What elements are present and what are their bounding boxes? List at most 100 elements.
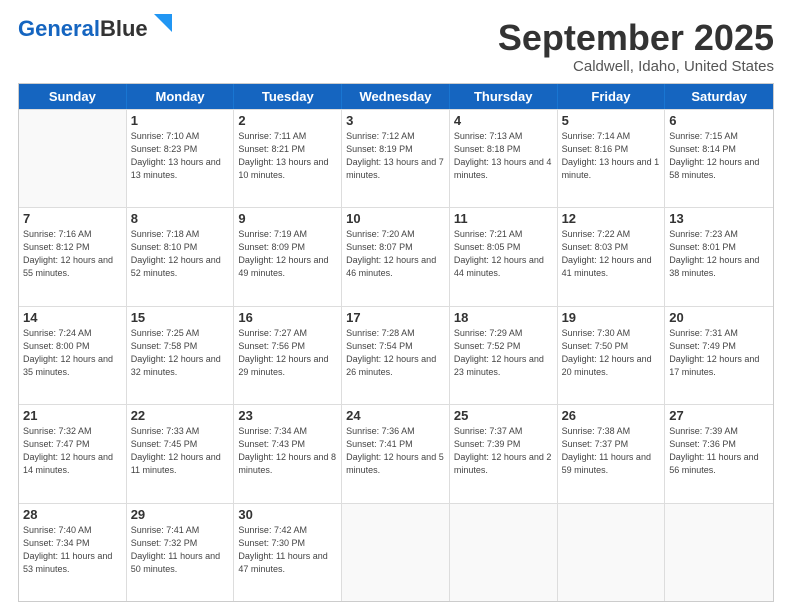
day-number: 22 — [131, 408, 230, 423]
calendar-cell: 12 Sunrise: 7:22 AM Sunset: 8:03 PM Dayli… — [558, 208, 666, 305]
day-info: Sunrise: 7:34 AM Sunset: 7:43 PM Dayligh… — [238, 425, 337, 477]
calendar-row-3: 21Sunrise: 7:32 AM Sunset: 7:47 PM Dayli… — [19, 404, 773, 502]
day-info: Sunrise: 7:21 AM Sunset: 8:05 PM Dayligh… — [454, 228, 553, 280]
day-number: 23 — [238, 408, 337, 423]
day-info: Sunrise: 7:23 AM Sunset: 8:01 PM Dayligh… — [669, 228, 769, 280]
main-title: September 2025 — [498, 18, 774, 58]
day-number: 2 — [238, 113, 337, 128]
logo-general: General — [18, 16, 100, 41]
day-number: 9 — [238, 211, 337, 226]
title-block: September 2025 Caldwell, Idaho, United S… — [498, 18, 774, 75]
calendar: SundayMondayTuesdayWednesdayThursdayFrid… — [18, 83, 774, 602]
calendar-cell: 9 Sunrise: 7:19 AM Sunset: 8:09 PM Daylig… — [234, 208, 342, 305]
day-info: Sunrise: 7:16 AM Sunset: 8:12 PM Dayligh… — [23, 228, 122, 280]
calendar-row-2: 14 Sunrise: 7:24 AM Sunset: 8:00 PM Dayli… — [19, 306, 773, 404]
day-number: 27 — [669, 408, 769, 423]
day-number: 11 — [454, 211, 553, 226]
calendar-cell — [450, 504, 558, 601]
calendar-header: SundayMondayTuesdayWednesdayThursdayFrid… — [19, 84, 773, 109]
calendar-cell: 22 Sunrise: 7:33 AM Sunset: 7:45 PM Dayli… — [127, 405, 235, 502]
calendar-body: 1Sunrise: 7:10 AM Sunset: 8:23 PM Daylig… — [19, 109, 773, 601]
day-number: 19 — [562, 310, 661, 325]
calendar-cell: 15 Sunrise: 7:25 AM Sunset: 7:58 PM Dayli… — [127, 307, 235, 404]
calendar-cell: 4Sunrise: 7:13 AM Sunset: 8:18 PM Daylig… — [450, 110, 558, 207]
day-info: Sunrise: 7:11 AM Sunset: 8:21 PM Dayligh… — [238, 130, 337, 182]
calendar-cell: 25Sunrise: 7:37 AM Sunset: 7:39 PM Dayli… — [450, 405, 558, 502]
logo-arrow-icon — [154, 14, 172, 37]
calendar-row-1: 7Sunrise: 7:16 AM Sunset: 8:12 PM Daylig… — [19, 207, 773, 305]
calendar-cell: 18 Sunrise: 7:29 AM Sunset: 7:52 PM Dayli… — [450, 307, 558, 404]
calendar-cell — [342, 504, 450, 601]
calendar-cell: 23 Sunrise: 7:34 AM Sunset: 7:43 PM Dayli… — [234, 405, 342, 502]
day-info: Sunrise: 7:36 AM Sunset: 7:41 PM Dayligh… — [346, 425, 445, 477]
day-number: 12 — [562, 211, 661, 226]
day-info: Sunrise: 7:22 AM Sunset: 8:03 PM Dayligh… — [562, 228, 661, 280]
calendar-cell: 16 Sunrise: 7:27 AM Sunset: 7:56 PM Dayli… — [234, 307, 342, 404]
day-info: Sunrise: 7:39 AM Sunset: 7:36 PM Dayligh… — [669, 425, 769, 477]
day-info: Sunrise: 7:31 AM Sunset: 7:49 PM Dayligh… — [669, 327, 769, 379]
day-info: Sunrise: 7:38 AM Sunset: 7:37 PM Dayligh… — [562, 425, 661, 477]
day-number: 25 — [454, 408, 553, 423]
calendar-cell: 3Sunrise: 7:12 AM Sunset: 8:19 PM Daylig… — [342, 110, 450, 207]
calendar-row-4: 28Sunrise: 7:40 AM Sunset: 7:34 PM Dayli… — [19, 503, 773, 601]
calendar-cell: 28Sunrise: 7:40 AM Sunset: 7:34 PM Dayli… — [19, 504, 127, 601]
cal-header-wednesday: Wednesday — [342, 84, 450, 109]
calendar-cell: 24 Sunrise: 7:36 AM Sunset: 7:41 PM Dayli… — [342, 405, 450, 502]
day-number: 15 — [131, 310, 230, 325]
day-info: Sunrise: 7:19 AM Sunset: 8:09 PM Dayligh… — [238, 228, 337, 280]
day-number: 16 — [238, 310, 337, 325]
day-number: 29 — [131, 507, 230, 522]
day-info: Sunrise: 7:24 AM Sunset: 8:00 PM Dayligh… — [23, 327, 122, 379]
day-info: Sunrise: 7:14 AM Sunset: 8:16 PM Dayligh… — [562, 130, 661, 182]
cal-header-tuesday: Tuesday — [234, 84, 342, 109]
calendar-cell: 11 Sunrise: 7:21 AM Sunset: 8:05 PM Dayli… — [450, 208, 558, 305]
day-number: 8 — [131, 211, 230, 226]
day-number: 18 — [454, 310, 553, 325]
calendar-cell: 21Sunrise: 7:32 AM Sunset: 7:47 PM Dayli… — [19, 405, 127, 502]
day-info: Sunrise: 7:10 AM Sunset: 8:23 PM Dayligh… — [131, 130, 230, 182]
day-info: Sunrise: 7:20 AM Sunset: 8:07 PM Dayligh… — [346, 228, 445, 280]
logo-blue-text: Blue — [100, 16, 148, 41]
calendar-cell: 17Sunrise: 7:28 AM Sunset: 7:54 PM Dayli… — [342, 307, 450, 404]
cal-header-friday: Friday — [558, 84, 666, 109]
day-info: Sunrise: 7:42 AM Sunset: 7:30 PM Dayligh… — [238, 524, 337, 576]
day-number: 5 — [562, 113, 661, 128]
day-info: Sunrise: 7:18 AM Sunset: 8:10 PM Dayligh… — [131, 228, 230, 280]
day-info: Sunrise: 7:29 AM Sunset: 7:52 PM Dayligh… — [454, 327, 553, 379]
calendar-row-0: 1Sunrise: 7:10 AM Sunset: 8:23 PM Daylig… — [19, 109, 773, 207]
page: GeneralBlue September 2025 Caldwell, Ida… — [0, 0, 792, 612]
calendar-cell: 1Sunrise: 7:10 AM Sunset: 8:23 PM Daylig… — [127, 110, 235, 207]
day-info: Sunrise: 7:27 AM Sunset: 7:56 PM Dayligh… — [238, 327, 337, 379]
day-info: Sunrise: 7:41 AM Sunset: 7:32 PM Dayligh… — [131, 524, 230, 576]
logo: GeneralBlue — [18, 18, 172, 40]
day-number: 10 — [346, 211, 445, 226]
day-number: 14 — [23, 310, 122, 325]
calendar-cell: 27 Sunrise: 7:39 AM Sunset: 7:36 PM Dayli… — [665, 405, 773, 502]
calendar-cell: 19Sunrise: 7:30 AM Sunset: 7:50 PM Dayli… — [558, 307, 666, 404]
day-number: 30 — [238, 507, 337, 522]
day-number: 21 — [23, 408, 122, 423]
day-number: 26 — [562, 408, 661, 423]
calendar-cell — [19, 110, 127, 207]
header: GeneralBlue September 2025 Caldwell, Ida… — [18, 18, 774, 75]
calendar-cell: 30 Sunrise: 7:42 AM Sunset: 7:30 PM Dayli… — [234, 504, 342, 601]
day-info: Sunrise: 7:28 AM Sunset: 7:54 PM Dayligh… — [346, 327, 445, 379]
cal-header-sunday: Sunday — [19, 84, 127, 109]
calendar-cell: 10 Sunrise: 7:20 AM Sunset: 8:07 PM Dayli… — [342, 208, 450, 305]
day-number: 4 — [454, 113, 553, 128]
day-info: Sunrise: 7:33 AM Sunset: 7:45 PM Dayligh… — [131, 425, 230, 477]
calendar-cell: 26 Sunrise: 7:38 AM Sunset: 7:37 PM Dayli… — [558, 405, 666, 502]
calendar-cell: 2 Sunrise: 7:11 AM Sunset: 8:21 PM Daylig… — [234, 110, 342, 207]
logo-text: GeneralBlue — [18, 18, 148, 40]
calendar-cell: 6 Sunrise: 7:15 AM Sunset: 8:14 PM Daylig… — [665, 110, 773, 207]
day-number: 24 — [346, 408, 445, 423]
cal-header-monday: Monday — [127, 84, 235, 109]
subtitle: Caldwell, Idaho, United States — [498, 58, 774, 75]
logo-img: GeneralBlue — [18, 18, 172, 40]
day-number: 13 — [669, 211, 769, 226]
day-info: Sunrise: 7:12 AM Sunset: 8:19 PM Dayligh… — [346, 130, 445, 182]
cal-header-saturday: Saturday — [665, 84, 773, 109]
day-number: 6 — [669, 113, 769, 128]
day-info: Sunrise: 7:15 AM Sunset: 8:14 PM Dayligh… — [669, 130, 769, 182]
day-info: Sunrise: 7:25 AM Sunset: 7:58 PM Dayligh… — [131, 327, 230, 379]
